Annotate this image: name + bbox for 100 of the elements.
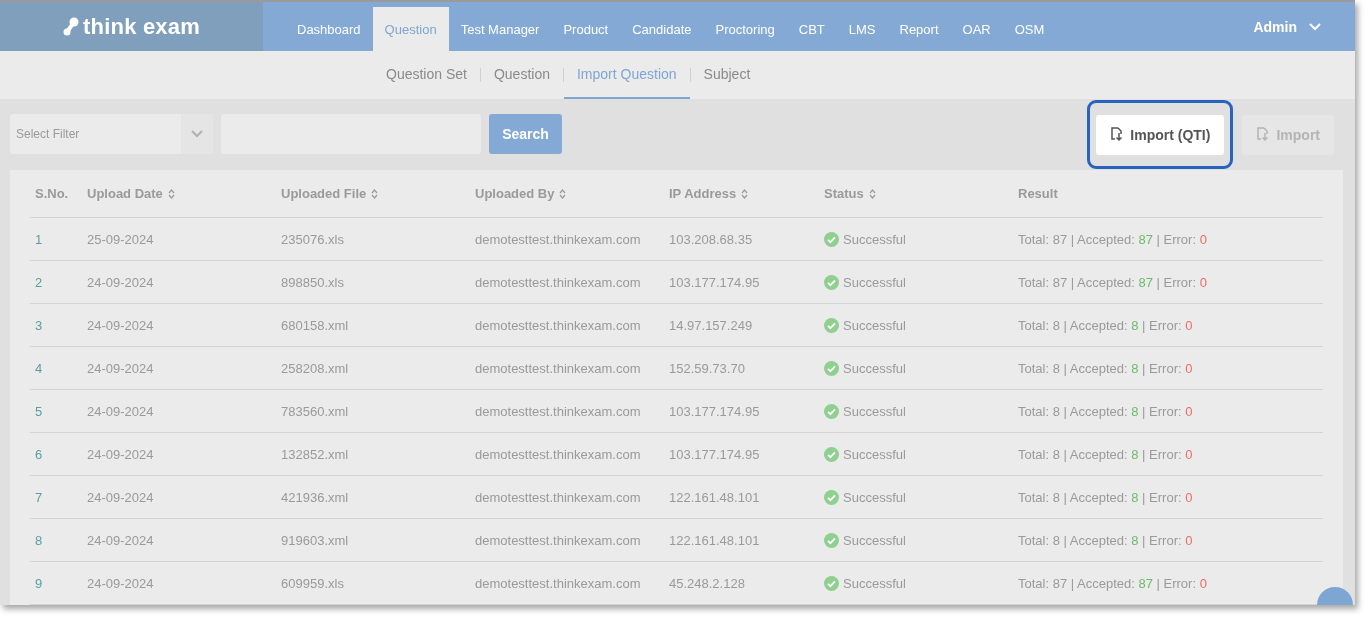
table-cell-text: 103.177.174.95 xyxy=(669,403,761,419)
table-cell-text: demotesttest.thinkexam.com xyxy=(475,403,642,419)
sort-icon xyxy=(371,188,379,199)
table-cell-text: demotesttest.thinkexam.com xyxy=(475,317,642,333)
nav-tab[interactable]: Report xyxy=(887,7,951,52)
search-button[interactable]: Search xyxy=(489,114,562,155)
table-cell-text: 9 xyxy=(34,575,44,591)
status-text: Successful xyxy=(843,231,906,247)
table-cell-text: demotesttest.thinkexam.com xyxy=(475,360,642,376)
table-cell-text: 122.161.48.101 xyxy=(669,532,761,548)
filter-dropdown[interactable]: Select Filter xyxy=(10,114,213,155)
sub-tab[interactable]: Subject xyxy=(690,51,764,99)
result-text: Total: 87 | Accepted: 87 | Error: 0 xyxy=(1018,575,1208,591)
table-cell-text: 919603.xml xyxy=(281,532,350,548)
nav-tab[interactable]: Candidate xyxy=(620,7,704,52)
check-circle-icon xyxy=(824,274,839,290)
table-cell-text: 103.177.174.95 xyxy=(669,446,761,462)
nav-tab[interactable]: Question xyxy=(372,7,449,52)
chevron-down-icon xyxy=(191,130,203,139)
table-cell-text: 3 xyxy=(34,317,44,333)
chevron-down-icon xyxy=(1309,22,1321,31)
status-text: Successful xyxy=(843,317,906,333)
table-cell-text: 24-09-2024 xyxy=(87,532,155,548)
check-circle-icon xyxy=(824,317,839,333)
table-cell-text: 45.248.2.128 xyxy=(669,575,746,591)
import-icon xyxy=(1110,127,1125,143)
check-circle-icon xyxy=(824,360,839,376)
nav-tab[interactable]: OAR xyxy=(950,7,1003,52)
sort-icon xyxy=(741,188,749,199)
table-cell-text: 2 xyxy=(34,274,44,290)
table-cell-text: 8 xyxy=(34,532,44,548)
table-cell-text: 24-09-2024 xyxy=(87,446,155,462)
nav-tab[interactable]: OSM xyxy=(1002,7,1057,52)
table-cell-text: 24-09-2024 xyxy=(87,317,155,333)
sort-icon xyxy=(167,188,175,199)
column-header: Result xyxy=(1018,186,1059,201)
table-cell-text: 24-09-2024 xyxy=(87,575,155,591)
table-cell-text: 680158.xml xyxy=(281,317,350,333)
nav-tab[interactable]: Test Manager xyxy=(448,7,552,52)
table-cell-text: 235076.xls xyxy=(281,231,345,247)
check-circle-icon xyxy=(824,403,839,419)
column-header[interactable]: Uploaded File xyxy=(281,186,475,201)
nav-tab[interactable]: Product xyxy=(551,7,621,52)
table-cell-text: 421936.xml xyxy=(281,489,350,505)
status-text: Successful xyxy=(843,489,906,505)
table-cell-text: demotesttest.thinkexam.com xyxy=(475,532,642,548)
result-text: Total: 8 | Accepted: 8 | Error: 0 xyxy=(1018,489,1194,505)
table-cell-text: 4 xyxy=(34,360,44,376)
column-header[interactable]: Status xyxy=(824,186,1018,201)
table-cell-text: 24-09-2024 xyxy=(87,489,155,505)
column-header[interactable]: Uploaded By xyxy=(475,186,669,201)
result-text: Total: 8 | Accepted: 8 | Error: 0 xyxy=(1018,317,1194,333)
nav-tab[interactable]: Dashboard xyxy=(285,7,373,52)
sort-icon xyxy=(559,188,567,199)
table-cell-text: 24-09-2024 xyxy=(87,403,155,419)
table-cell-text: 609959.xls xyxy=(281,575,345,591)
table-cell-text: 7 xyxy=(34,489,44,505)
table-cell-text: 122.161.48.101 xyxy=(669,489,761,505)
status-text: Successful xyxy=(843,403,906,419)
sub-tab[interactable]: Question xyxy=(480,51,563,99)
result-text: Total: 87 | Accepted: 87 | Error: 0 xyxy=(1018,231,1208,247)
column-header[interactable]: IP Address xyxy=(669,186,824,201)
column-header[interactable]: Upload Date xyxy=(87,186,281,201)
status-text: Successful xyxy=(843,532,906,548)
table-cell-text: 25-09-2024 xyxy=(87,231,155,247)
logo-text: think exam xyxy=(83,13,200,40)
result-text: Total: 8 | Accepted: 8 | Error: 0 xyxy=(1018,360,1194,376)
result-text: Total: 87 | Accepted: 87 | Error: 0 xyxy=(1018,274,1208,290)
table-cell-text: 152.59.73.70 xyxy=(669,360,746,376)
table-cell-text: 783560.xml xyxy=(281,403,350,419)
result-text: Total: 8 | Accepted: 8 | Error: 0 xyxy=(1018,446,1194,462)
table-cell-text: 258208.xml xyxy=(281,360,350,376)
sort-icon xyxy=(868,188,876,199)
table-cell-text: 132852.xml xyxy=(281,446,350,462)
nav-tab[interactable]: CBT xyxy=(786,7,837,52)
nav-tab[interactable]: LMS xyxy=(836,7,888,52)
table-cell-text: 103.177.174.95 xyxy=(669,274,761,290)
status-text: Successful xyxy=(843,446,906,462)
status-text: Successful xyxy=(843,360,906,376)
table-cell-text: 24-09-2024 xyxy=(87,360,155,376)
table-cell-text: demotesttest.thinkexam.com xyxy=(475,446,642,462)
table-cell-text: 14.97.157.249 xyxy=(669,317,754,333)
logo-icon xyxy=(63,16,80,37)
column-header: S.No. xyxy=(34,186,70,201)
check-circle-icon xyxy=(824,231,839,247)
table-cell-text: 1 xyxy=(34,231,44,247)
table-cell-text: 103.208.68.35 xyxy=(669,231,754,247)
user-menu[interactable]: Admin xyxy=(1253,2,1355,52)
table-cell-text: 6 xyxy=(34,446,44,462)
import-icon xyxy=(1256,127,1271,143)
check-circle-icon xyxy=(824,446,839,462)
sub-tab[interactable]: Import Question xyxy=(564,51,690,99)
result-text: Total: 8 | Accepted: 8 | Error: 0 xyxy=(1018,532,1194,548)
table-cell-text: demotesttest.thinkexam.com xyxy=(475,489,642,505)
check-circle-icon xyxy=(824,489,839,505)
sub-tab[interactable]: Question Set xyxy=(373,51,480,99)
table-cell-text: 5 xyxy=(34,403,44,419)
nav-tab[interactable]: Proctoring xyxy=(703,7,787,52)
table-cell-text: 898850.xls xyxy=(281,274,345,290)
import-button[interactable]: Import (QTI) xyxy=(1096,114,1225,155)
